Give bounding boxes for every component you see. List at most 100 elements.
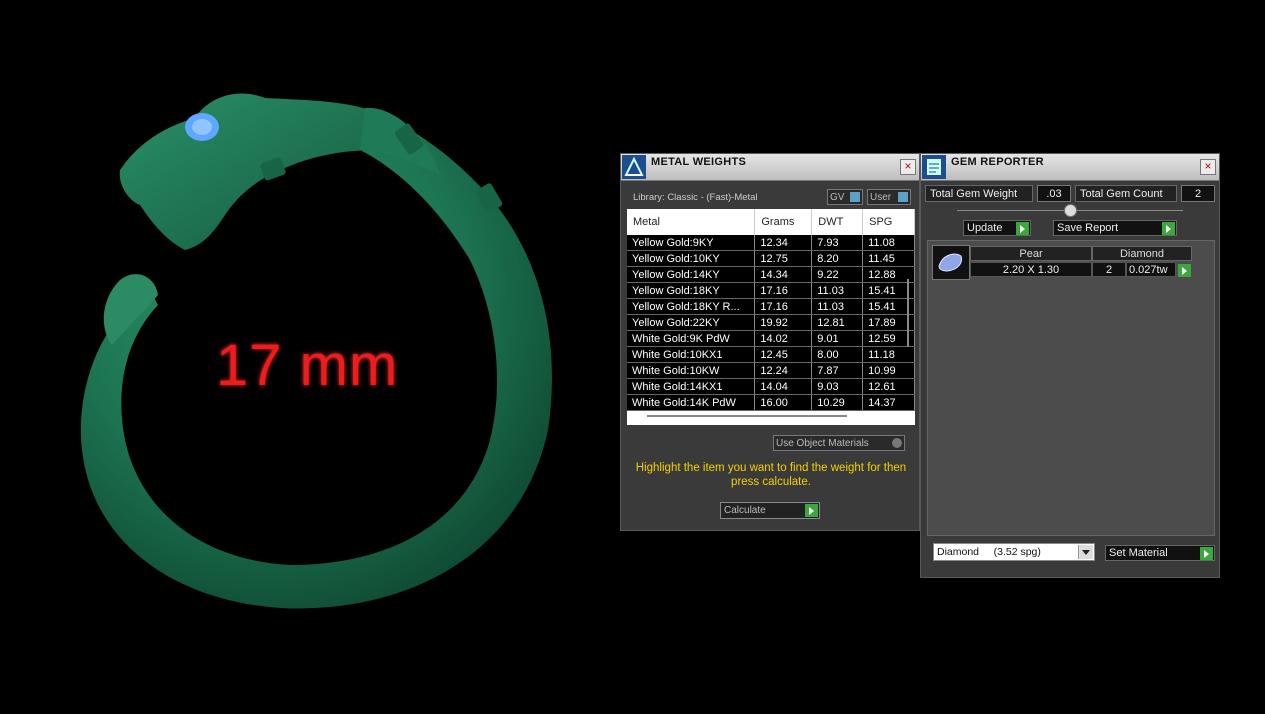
metal-weights-titlebar[interactable]: METAL WEIGHTS × — [621, 154, 919, 181]
ring-size-label: 17 mm — [216, 333, 399, 398]
table-row[interactable]: Yellow Gold:18KY R... 17.16 11.03 15.41 — [627, 298, 915, 315]
table-cell: 9.22 — [811, 266, 864, 283]
gem-weight-cell: 0.027tw — [1126, 262, 1176, 277]
table-cell: 7.87 — [811, 362, 864, 379]
table-cell: White Gold:14KX1 — [627, 378, 756, 395]
material-select[interactable]: Diamond (3.52 spg) — [933, 543, 1095, 561]
close-icon[interactable]: × — [900, 159, 916, 175]
table-cell: 8.20 — [811, 250, 864, 267]
use-object-materials-label: Use Object Materials — [776, 438, 869, 449]
library-label: Library: Classic - (Fast)-Metal — [633, 192, 758, 203]
table-row[interactable]: White Gold:9K PdW 14.02 9.01 12.59 — [627, 330, 915, 347]
gem-material-header: Diamond — [1092, 246, 1192, 261]
table-cell: 7.93 — [811, 235, 864, 251]
table-cell: 12.61 — [862, 378, 915, 395]
column-header[interactable]: Grams — [754, 209, 813, 235]
ring-model-viewport: 17 mm — [0, 0, 600, 714]
gem-reporter-title: GEM REPORTER — [951, 156, 1044, 168]
total-gem-count-value: 2 — [1181, 185, 1215, 202]
play-arrow-icon[interactable] — [1178, 264, 1191, 277]
table-cell: 11.03 — [811, 282, 864, 299]
column-header[interactable]: Metal — [627, 209, 756, 235]
table-cell: 11.18 — [862, 346, 915, 363]
gv-toggle[interactable]: GV — [827, 189, 863, 205]
slider-handle[interactable] — [1064, 204, 1077, 217]
table-row[interactable]: Yellow Gold:10KY 12.75 8.20 11.45 — [627, 250, 915, 267]
table-cell: 11.03 — [811, 298, 864, 315]
table-row[interactable]: White Gold:14KX1 14.04 9.03 12.61 — [627, 378, 915, 395]
update-label: Update — [967, 222, 1003, 234]
table-row[interactable]: Yellow Gold:18KY 17.16 11.03 15.41 — [627, 282, 915, 299]
table-row[interactable]: White Gold:10KX1 12.45 8.00 11.18 — [627, 346, 915, 363]
table-row[interactable]: White Gold:10KW 12.24 7.87 10.99 — [627, 362, 915, 379]
gem-shape-header: Pear — [970, 246, 1092, 261]
pear-gem-icon[interactable] — [932, 245, 970, 280]
column-header[interactable]: SPG — [862, 209, 915, 235]
user-label: User — [870, 192, 892, 203]
set-material-button[interactable]: Set Material — [1105, 545, 1215, 561]
table-cell: 10.99 — [862, 362, 915, 379]
gem-reporter-titlebar[interactable]: GEM REPORTER × — [921, 154, 1219, 181]
table-row[interactable]: Yellow Gold:22KY 19.92 12.81 17.89 — [627, 314, 915, 331]
play-arrow-icon — [805, 504, 818, 517]
metal-weights-title: METAL WEIGHTS — [651, 156, 747, 168]
save-report-button[interactable]: Save Report — [1053, 220, 1177, 236]
use-object-materials-toggle[interactable]: Use Object Materials — [773, 435, 905, 451]
save-report-label: Save Report — [1057, 222, 1119, 234]
gem-reporter-panel: GEM REPORTER × Total Gem Weight .03 Tota… — [920, 153, 1220, 578]
table-cell: Yellow Gold:14KY — [627, 266, 756, 283]
vertical-scrollbar[interactable] — [907, 279, 909, 347]
table-row[interactable]: Yellow Gold:9KY 12.34 7.93 11.08 — [627, 235, 915, 251]
calculate-label: Calculate — [724, 505, 766, 516]
table-cell: 14.02 — [754, 330, 813, 347]
table-row[interactable]: White Gold:14K PdW 16.00 10.29 14.37 — [627, 394, 915, 411]
table-row[interactable]: Yellow Gold:14KY 14.34 9.22 12.88 — [627, 266, 915, 283]
total-gem-count-label: Total Gem Count — [1075, 185, 1177, 202]
table-cell: Yellow Gold:9KY — [627, 235, 756, 251]
table-cell: 14.34 — [754, 266, 813, 283]
toggle-icon — [850, 192, 860, 202]
table-cell: 16.00 — [754, 394, 813, 411]
chevron-down-icon[interactable] — [1078, 545, 1093, 559]
table-cell: 11.08 — [862, 235, 915, 251]
metal-table[interactable]: Metal Grams DWT SPG Yellow Gold:9KY 12.34 7.9… — [627, 209, 915, 425]
table-cell: 9.01 — [811, 330, 864, 347]
update-button[interactable]: Update — [963, 220, 1031, 236]
table-cell: 12.45 — [754, 346, 813, 363]
total-gem-weight-label: Total Gem Weight — [925, 185, 1033, 202]
horizontal-scrollbar[interactable] — [647, 415, 847, 417]
table-cell: 14.37 — [862, 394, 915, 411]
calculate-button[interactable]: Calculate — [720, 502, 820, 519]
table-cell: 19.92 — [754, 314, 813, 331]
gem-list: Pear Diamond 2.20 X 1.30 2 0.027tw — [927, 240, 1215, 536]
toggle-icon — [892, 438, 902, 448]
close-icon[interactable]: × — [1200, 159, 1216, 175]
table-cell: 12.24 — [754, 362, 813, 379]
table-cell: 8.00 — [811, 346, 864, 363]
gem-report-icon — [922, 155, 946, 179]
table-cell: 9.03 — [811, 378, 864, 395]
column-header[interactable]: DWT — [811, 209, 864, 235]
table-cell: White Gold:9K PdW — [627, 330, 756, 347]
table-cell: 12.81 — [811, 314, 864, 331]
total-gem-weight-value: .03 — [1037, 185, 1071, 202]
gem-count-cell: 2 — [1092, 262, 1126, 277]
table-cell: Yellow Gold:22KY — [627, 314, 756, 331]
gv-label: GV — [830, 192, 845, 203]
play-arrow-icon — [1016, 222, 1029, 235]
gem-size-cell: 2.20 X 1.30 — [970, 262, 1092, 277]
table-cell: 11.45 — [862, 250, 915, 267]
user-toggle[interactable]: User — [867, 189, 911, 205]
table-cell: Yellow Gold:18KY — [627, 282, 756, 299]
table-cell: Yellow Gold:10KY — [627, 250, 756, 267]
table-cell: White Gold:10KX1 — [627, 346, 756, 363]
table-cell: 10.29 — [811, 394, 864, 411]
toggle-icon — [898, 192, 908, 202]
table-cell: White Gold:10KW — [627, 362, 756, 379]
play-arrow-icon — [1162, 222, 1175, 235]
table-cell: 17.16 — [754, 282, 813, 299]
table-cell: Yellow Gold:18KY R... — [627, 298, 756, 315]
set-material-label: Set Material — [1109, 547, 1168, 559]
table-cell: 14.04 — [754, 378, 813, 395]
table-cell: 12.34 — [754, 235, 813, 251]
